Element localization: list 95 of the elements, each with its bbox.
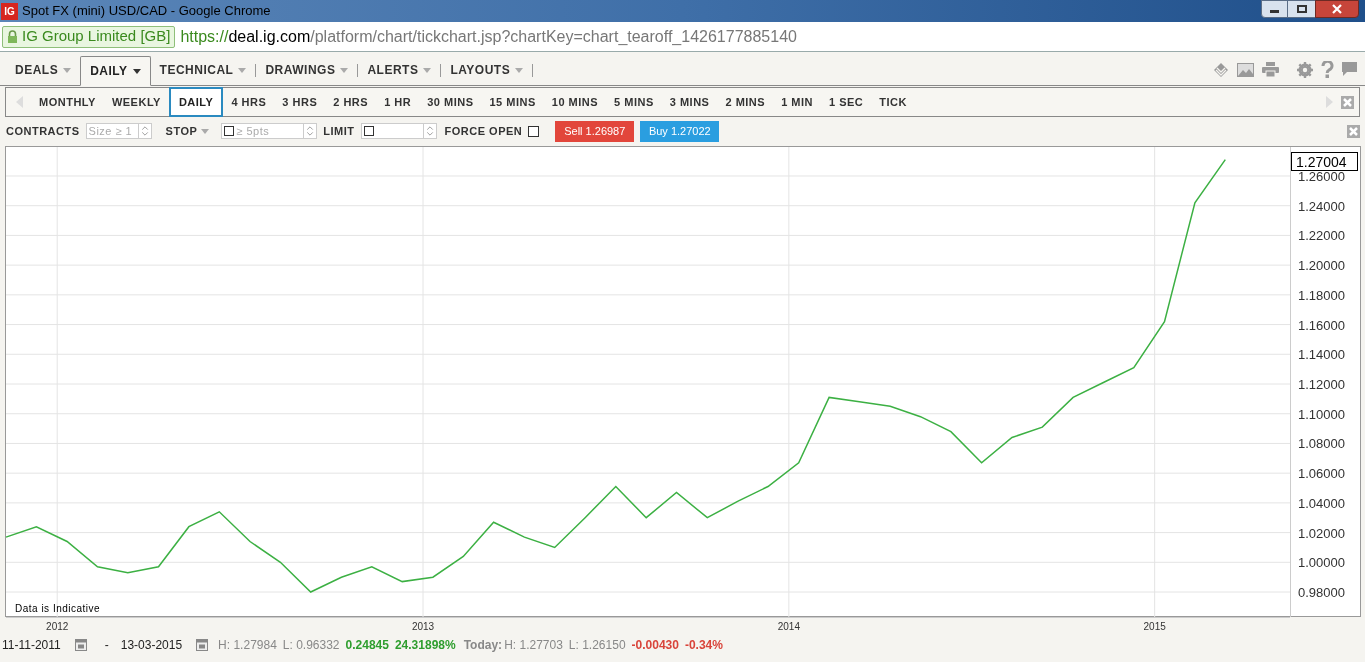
caret-icon [238,67,247,73]
y-axis-label: 1.00000 [1298,555,1345,571]
timeframe-tab[interactable]: 2 HRS [325,88,377,116]
x-axis-label: 2014 [777,621,800,632]
to-date: 13-03-2015 [120,637,183,654]
y-axis-label: 1.22000 [1298,228,1345,244]
y-axis-label: 0.98000 [1298,585,1345,601]
menu-tab[interactable]: LAYOUTS [441,55,533,85]
date-separator: - [104,637,109,654]
url-text[interactable]: https://deal.ig.com/platform/chart/tickchart.jsp?chartKey=chart_tearoff_1426177885140 [180,24,797,49]
y-axis-label: 1.10000 [1298,406,1345,422]
caret-icon [340,67,349,73]
caret-icon [515,67,524,73]
window-title: Spot FX (mini) USD/CAD - Google Chrome [22,2,271,21]
period-change-percent: 24.31898% [394,637,456,654]
menu-tab[interactable]: ALERTS [358,55,441,85]
force-open-label: FORCE OPEN [444,123,523,139]
timeframe-tab[interactable]: 4 HRS [223,88,275,116]
current-price-label: 1.27004 [1291,152,1358,171]
timeframe-tab[interactable]: 3 HRS [274,88,326,116]
caret-icon [423,67,432,73]
y-axis-label: 1.20000 [1298,258,1345,274]
today-low: L: 1.26150 [568,637,626,654]
chat-icon[interactable] [1342,62,1357,77]
today-change-percent: -0.34% [684,637,723,654]
timeframe-tab[interactable]: 30 MINS [419,88,482,116]
menu-tab[interactable]: DRAWINGS [256,55,358,85]
timeframe-tab[interactable]: 2 MINS [717,88,774,116]
caret-icon [201,128,210,134]
identity-badge[interactable]: IG Group Limited [GB] [2,25,176,48]
minimize-button[interactable] [1261,0,1288,18]
period-low: L: 0.96332 [282,637,340,654]
y-axis-label: 1.16000 [1298,317,1345,333]
y-axis-label: 1.12000 [1298,377,1345,392]
y-axis-label: 1.04000 [1298,495,1345,511]
y-axis-label: 1.26000 [1298,169,1345,184]
y-axis-label: 1.18000 [1298,287,1345,303]
limit-checkbox[interactable] [363,126,374,136]
today-high: H: 1.27703 [504,637,563,654]
today-label: Today: [463,637,503,654]
contracts-field[interactable]: Size ≥ 1 [85,123,152,139]
timeframe-tab[interactable]: 1 HR [376,88,420,116]
timeframe-tab[interactable]: DAILY [168,87,224,117]
limit-label: LIMIT [323,123,355,139]
timeframe-tab[interactable]: 1 MIN [773,88,821,116]
timeframe-tab[interactable]: 10 MINS [543,88,607,116]
stop-distance-input[interactable]: ≥ 5pts [236,124,297,138]
x-axis-label: 2015 [1143,621,1166,632]
calendar-icon[interactable] [196,639,209,651]
caret-icon [63,67,72,73]
menu-tab[interactable]: TECHNICAL [150,55,256,85]
y-axis-label: 1.24000 [1298,198,1345,214]
stop-checkbox[interactable] [224,126,235,136]
timeframe-tab[interactable]: WEEKLY [103,88,169,116]
settings-icon[interactable] [1297,61,1313,78]
timeframe-tab[interactable]: TICK [871,88,915,116]
close-icon[interactable] [1341,95,1354,109]
from-date: 11-11-2011 [2,637,61,654]
close-button[interactable] [1315,0,1359,18]
calendar-icon[interactable] [74,639,87,651]
x-axis-label: 2012 [46,621,69,632]
stop-field[interactable]: ≥ 5pts [221,123,318,139]
period-high: H: 1.27984 [218,637,277,654]
menu-tab[interactable]: DEALS [6,55,81,85]
close-icon [1332,4,1342,14]
timeframe-tab[interactable]: 15 MINS [481,88,544,116]
close-icon[interactable] [1347,124,1360,138]
y-axis-label: 1.08000 [1298,436,1345,452]
force-open-checkbox[interactable] [528,125,540,137]
spinner-icon[interactable] [137,124,151,138]
y-axis-label: 1.14000 [1298,347,1345,363]
stop-dropdown[interactable]: STOP [165,122,210,140]
lock-icon [7,29,18,44]
help-icon[interactable] [1321,61,1334,78]
x-axis-label: 2013 [411,621,435,632]
period-change: 0.24845 [345,637,389,654]
spinner-icon[interactable] [422,124,436,138]
sell-button[interactable]: Sell 1.26987 [555,120,635,142]
timeframe-tab[interactable]: 5 MINS [606,88,662,116]
timeframe-tab[interactable]: 3 MINS [661,88,718,116]
timeframe-tab[interactable]: 1 SEC [821,88,872,116]
app-logo: IG [1,2,18,20]
y-axis-label: 1.02000 [1298,525,1345,541]
print-icon[interactable] [1262,62,1279,77]
y-axis-label: 1.06000 [1298,466,1345,482]
menu-tab[interactable]: DAILY [80,56,151,86]
layers-icon[interactable] [1213,61,1229,78]
limit-field[interactable] [360,123,437,139]
image-icon[interactable] [1237,62,1254,77]
today-change: -0.00430 [631,637,679,654]
timeframe-tab[interactable]: MONTHLY [31,88,104,116]
contracts-label: CONTRACTS [6,123,80,139]
caret-icon [132,68,141,74]
indicative-note: Data is Indicative [15,602,101,616]
maximize-button[interactable] [1288,0,1315,18]
